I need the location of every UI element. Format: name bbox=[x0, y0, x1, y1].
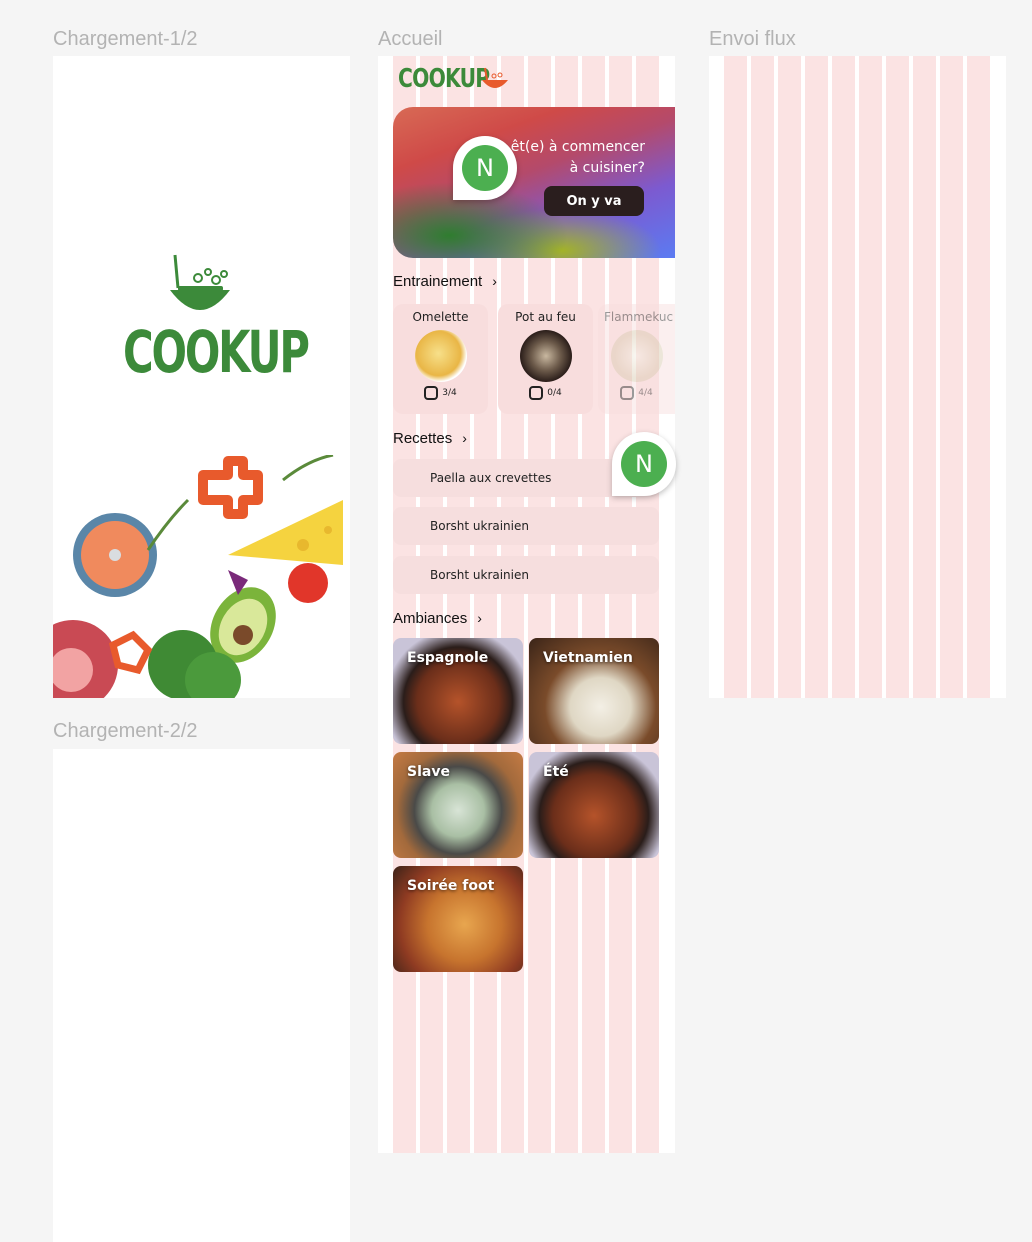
ambiance-label: Vietnamien bbox=[543, 650, 633, 666]
food-illustration bbox=[53, 455, 343, 698]
brand-logo-text: COOKUP bbox=[123, 318, 310, 386]
hero-text-line-2: à cuisiner? bbox=[569, 160, 645, 176]
user-avatar[interactable]: N bbox=[453, 136, 517, 200]
training-progress-value: 3/4 bbox=[442, 388, 457, 398]
training-progress: 4/4 bbox=[598, 386, 675, 400]
section-training-title[interactable]: Entrainement › bbox=[393, 273, 497, 290]
training-card-title: Pot au feu bbox=[515, 310, 576, 324]
layout-grid-overlay bbox=[724, 56, 990, 698]
chevron-right-icon: › bbox=[462, 430, 467, 446]
avatar-initial: N bbox=[621, 441, 667, 487]
ambiance-card[interactable]: Vietnamien bbox=[529, 638, 659, 744]
frame-label-home: Accueil bbox=[378, 28, 443, 50]
progress-icon bbox=[424, 386, 439, 400]
section-ambiances-label: Ambiances bbox=[393, 610, 468, 627]
flammekueche-image bbox=[610, 330, 663, 382]
ambiance-label: Soirée foot bbox=[407, 878, 495, 894]
avatar-initial: N bbox=[462, 145, 508, 191]
start-cooking-button[interactable]: On y va bbox=[544, 186, 644, 216]
progress-icon bbox=[620, 386, 635, 400]
training-card-title: Omelette bbox=[412, 310, 469, 324]
training-card-title: Flammekuc bbox=[604, 310, 674, 324]
training-progress: 0/4 bbox=[498, 386, 593, 400]
training-card[interactable]: Flammekuc 4/4 bbox=[598, 304, 675, 414]
hero-text: êt(e) à commencer à cuisiner? bbox=[511, 137, 645, 179]
ambiance-card[interactable]: Été bbox=[529, 752, 659, 858]
section-recipes-label: Recettes bbox=[393, 430, 453, 447]
training-card[interactable]: Omelette 3/4 bbox=[393, 304, 488, 414]
ambiance-card[interactable]: Soirée foot bbox=[393, 866, 523, 972]
ambiance-card[interactable]: Slave bbox=[393, 752, 523, 858]
frame-label-loading-1: Chargement-1/2 bbox=[53, 28, 198, 50]
ambiance-card[interactable]: Espagnole bbox=[393, 638, 523, 744]
pot-au-feu-image bbox=[519, 330, 572, 382]
hero-text-line-1: êt(e) à commencer bbox=[510, 139, 645, 155]
hero-banner: êt(e) à commencer à cuisiner? On y va bbox=[393, 107, 675, 258]
ambiance-label: Espagnole bbox=[407, 650, 489, 666]
header-logo[interactable]: COOKUP bbox=[398, 64, 490, 94]
chevron-right-icon: › bbox=[492, 273, 497, 289]
ambiance-label: Été bbox=[543, 764, 569, 780]
frame-label-feed: Envoi flux bbox=[709, 28, 796, 50]
training-progress-value: 4/4 bbox=[638, 388, 653, 398]
training-progress: 3/4 bbox=[393, 386, 488, 400]
section-recipes-title[interactable]: Recettes › bbox=[393, 430, 467, 447]
section-training-label: Entrainement bbox=[393, 273, 483, 290]
ambiance-label: Slave bbox=[407, 764, 450, 780]
frame-label-loading-2: Chargement-2/2 bbox=[53, 720, 198, 742]
section-ambiances-title[interactable]: Ambiances › bbox=[393, 610, 482, 627]
loading-screen-2 bbox=[53, 749, 350, 1242]
recipe-item[interactable]: Borsht ukrainien bbox=[393, 556, 659, 594]
omelette-image bbox=[414, 330, 467, 382]
user-avatar-floating[interactable]: N bbox=[612, 432, 676, 496]
training-card[interactable]: Pot au feu 0/4 bbox=[498, 304, 593, 414]
progress-icon bbox=[529, 386, 544, 400]
training-progress-value: 0/4 bbox=[547, 388, 562, 398]
bowl-logo-icon bbox=[482, 67, 508, 88]
chevron-right-icon: › bbox=[477, 610, 482, 626]
recipe-item[interactable]: Borsht ukrainien bbox=[393, 507, 659, 545]
